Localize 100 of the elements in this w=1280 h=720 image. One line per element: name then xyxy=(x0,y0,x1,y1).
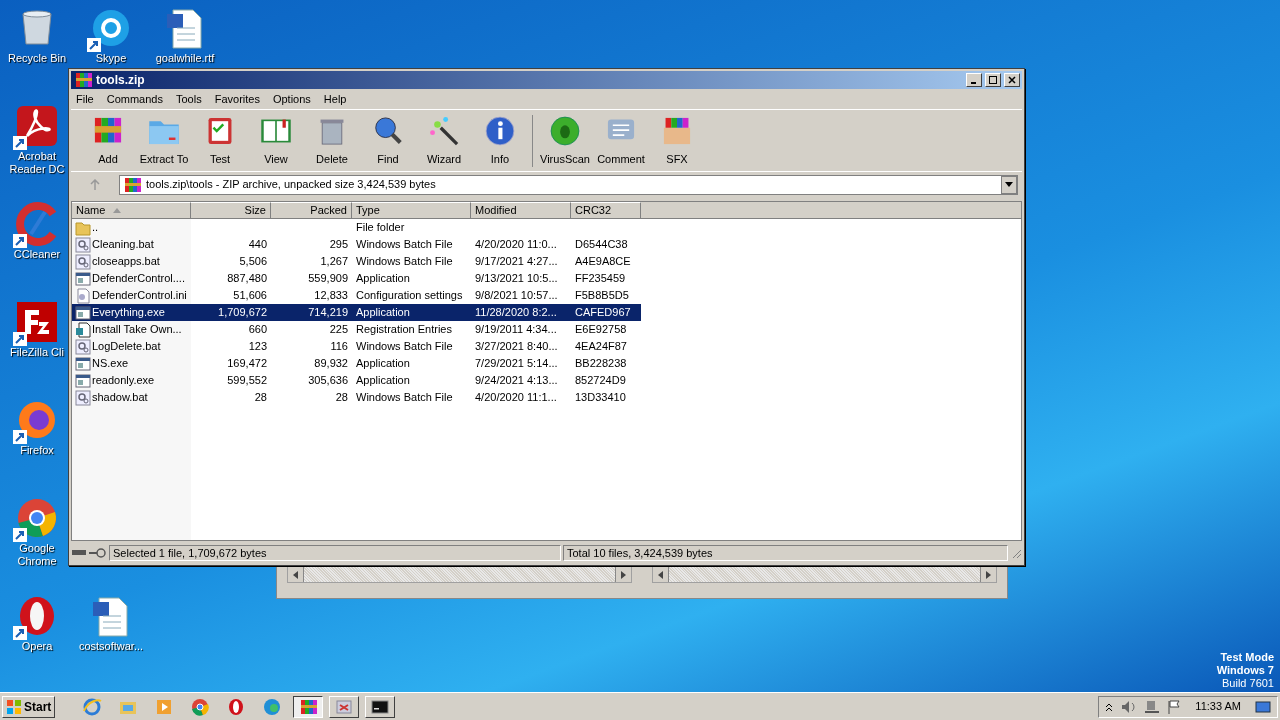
table-cell-text: 7/29/2021 5:14... xyxy=(475,356,558,372)
column-header[interactable]: Packed xyxy=(271,202,352,219)
file-row[interactable]: Install Take Own... 660 225 Registration Entries 9/19/2011 4:34... E6E92758 xyxy=(72,321,641,338)
table-cell-text: 3/27/2021 8:40... xyxy=(475,339,558,355)
toolbar-button[interactable]: Info xyxy=(473,113,527,168)
scroll-left-icon[interactable] xyxy=(288,567,304,582)
toolbar-button[interactable]: VirusScan xyxy=(538,113,592,168)
file-row[interactable]: Cleaning.bat 440 295 Windows Batch File 4/20/2020 11:0... D6544C38 xyxy=(72,236,641,253)
file-row[interactable]: shadow.bat 28 28 Windows Batch File 4/20/2020 11:1... 13D33410 xyxy=(72,389,641,406)
toolbar-button[interactable]: Find xyxy=(361,113,415,168)
table-cell-text: 1,709,672 xyxy=(218,305,267,321)
desktop-icon-label[interactable]: Skype xyxy=(95,52,127,65)
desktop-icon-label[interactable]: CCleaner xyxy=(13,248,61,261)
right-arrow-icon xyxy=(620,570,627,579)
table-cell-text: Install Take Own... xyxy=(92,322,182,338)
start-button[interactable]: Start xyxy=(2,695,56,718)
file-icon xyxy=(75,253,91,270)
toolbar-button[interactable]: Extract To xyxy=(137,113,191,168)
file-row[interactable]: .. File folder xyxy=(72,219,641,236)
menu-item[interactable]: Help xyxy=(323,90,347,108)
file-row[interactable]: readonly.exe 599,552 305,636 Application 9/24/2021 4:13... 852724D9 xyxy=(72,372,641,389)
left-arrow-icon xyxy=(657,570,664,579)
menu-item[interactable]: File xyxy=(76,90,94,108)
chevron-up-icon[interactable] xyxy=(1105,701,1114,712)
menu-item[interactable]: Tools xyxy=(176,90,202,108)
table-cell-text: Windows Batch File xyxy=(356,237,453,253)
clock[interactable]: 11:33 AM xyxy=(1189,698,1247,715)
table-cell-text: DefenderControl.ini xyxy=(92,288,187,304)
network-icon[interactable] xyxy=(1145,699,1160,714)
show-desktop-icon[interactable] xyxy=(1255,699,1271,714)
table-cell-text: Registration Entries xyxy=(356,322,452,338)
table-cell-text: Everything.exe xyxy=(92,305,165,321)
table-cell-text: Windows Batch File xyxy=(356,339,453,355)
toolbar-button[interactable]: Wizard xyxy=(417,113,471,168)
desktop-icon-label[interactable]: Google Chrome xyxy=(2,542,72,568)
table-cell-text: Application xyxy=(356,373,410,389)
table-cell-text: 295 xyxy=(329,237,348,253)
scroll-right-icon[interactable] xyxy=(980,567,996,582)
toolbar-button[interactable]: Delete xyxy=(305,113,359,168)
file-icon xyxy=(75,355,91,372)
desktop-icon-label[interactable]: goalwhile.rtf xyxy=(155,52,215,65)
maximize-button[interactable] xyxy=(985,73,1001,87)
toolbar-button[interactable]: SFX xyxy=(650,113,704,168)
menu-item[interactable]: Commands xyxy=(106,90,163,108)
speaker-icon[interactable] xyxy=(1121,699,1138,714)
file-row[interactable]: LogDelete.bat 123 116 Windows Batch File 3/27/2021 8:40... 4EA24F87 xyxy=(72,338,641,355)
column-header[interactable]: Type xyxy=(352,202,471,219)
sort-up-icon xyxy=(113,208,122,213)
chrome-icon xyxy=(190,696,211,717)
toolbar-button[interactable]: View xyxy=(249,113,303,168)
toolbar-button[interactable]: Add xyxy=(81,113,135,168)
toolbar-button[interactable]: Test xyxy=(193,113,247,168)
file-row[interactable]: DefenderControl.... 887,480 559,909 Application 9/13/2021 10:5... FF235459 xyxy=(72,270,641,287)
taskbar-button[interactable] xyxy=(293,695,324,718)
address-field[interactable]: tools.zip\tools - ZIP archive, unpacked size 3,424,539 bytes xyxy=(119,174,1018,195)
drive-key-icon xyxy=(71,547,107,559)
table-cell-text: DefenderControl.... xyxy=(92,271,185,287)
file-icon xyxy=(75,236,91,253)
minimize-button[interactable] xyxy=(966,73,982,87)
table-cell-text: 305,636 xyxy=(308,373,348,389)
file-row[interactable]: Everything.exe 1,709,672 714,219 Application 11/28/2020 8:2... CAFED967 xyxy=(72,304,641,321)
desktop-icon-label[interactable]: Acrobat Reader DC xyxy=(2,150,72,176)
table-cell-text: readonly.exe xyxy=(92,373,155,389)
table-cell-text: 9/19/2011 4:34... xyxy=(475,322,557,338)
table-cell-text: 225 xyxy=(329,322,348,338)
table-cell-text: File folder xyxy=(356,220,405,236)
dropdown-button[interactable] xyxy=(1001,175,1017,194)
desktop-icon-label[interactable]: FileZilla Cli xyxy=(10,346,64,359)
column-header[interactable]: CRC32 xyxy=(571,202,641,219)
menu-item[interactable]: Options xyxy=(272,90,311,108)
file-row[interactable]: closeapps.bat 5,506 1,267 Windows Batch File 9/17/2021 4:27... A4E9A8CE xyxy=(72,253,641,270)
table-cell-text: 852724D9 xyxy=(575,373,626,389)
table-cell-text: 13D33410 xyxy=(575,390,626,406)
table-cell-text: 1,267 xyxy=(320,254,348,270)
column-header[interactable]: Size xyxy=(191,202,271,219)
scroll-right-icon[interactable] xyxy=(615,567,631,582)
table-cell-text: D6544C38 xyxy=(575,237,628,253)
file-row[interactable]: NS.exe 169,472 89,932 Application 7/29/2021 5:14... BB228238 xyxy=(72,355,641,372)
close-button[interactable] xyxy=(1004,73,1020,87)
table-cell-text: 714,219 xyxy=(308,305,348,321)
scroll-left-icon[interactable] xyxy=(653,567,669,582)
desktop-icon-label[interactable]: Firefox xyxy=(20,444,54,457)
table-cell-text: CAFED967 xyxy=(575,305,631,321)
menu-item[interactable]: Favorites xyxy=(214,90,260,108)
column-header[interactable]: Modified xyxy=(471,202,571,219)
file-row[interactable]: DefenderControl.ini 51,606 12,833 Configuration settings 9/8/2021 10:57... F5B8B5D5 xyxy=(72,287,641,304)
resize-grip-icon[interactable] xyxy=(1010,547,1022,559)
up-arrow-icon xyxy=(89,178,101,191)
table-cell-text: Windows Batch File xyxy=(356,254,453,270)
close-icon xyxy=(1008,76,1016,84)
table-cell-text: 599,552 xyxy=(227,373,267,389)
flag-icon[interactable] xyxy=(1167,699,1182,714)
desktop-icon-label[interactable]: Recycle Bin xyxy=(7,52,67,65)
table-cell-text: 4/20/2020 11:1... xyxy=(475,390,557,406)
right-arrow-icon xyxy=(985,570,992,579)
caret-icon xyxy=(1005,182,1013,187)
toolbar-button[interactable]: Comment xyxy=(594,113,648,168)
table-cell-text: BB228238 xyxy=(575,356,627,372)
column-header[interactable]: Name xyxy=(72,202,191,219)
table-cell-text: Application xyxy=(356,356,410,372)
